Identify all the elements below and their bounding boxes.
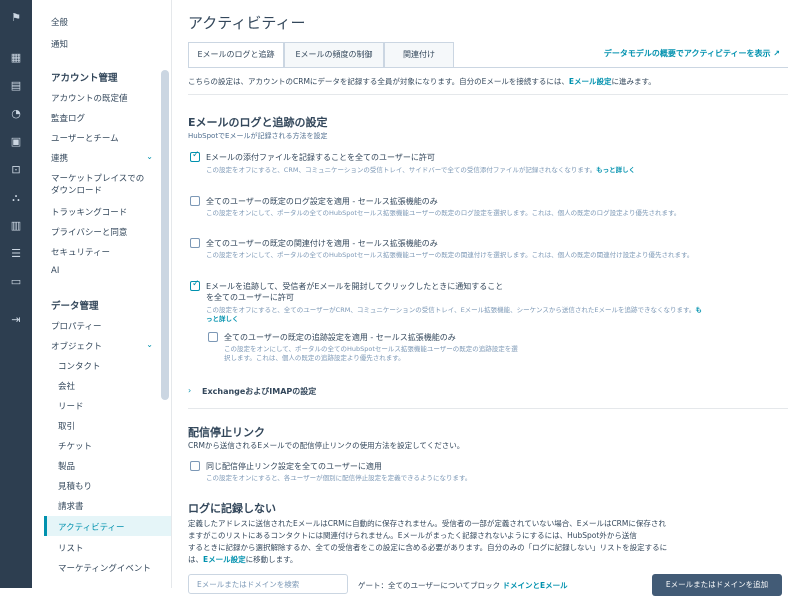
default-track-checkbox[interactable] bbox=[208, 332, 218, 342]
sidebar-item-properties[interactable]: プロパティー bbox=[51, 320, 102, 332]
tab-email-frequency[interactable]: Eメールの頻度の制御 bbox=[284, 42, 384, 68]
section-title-logging: Eメールのログと追跡の設定 bbox=[188, 116, 328, 129]
unsubscribe-checkbox[interactable] bbox=[190, 461, 200, 471]
section-title-never-log: ログに記録しない bbox=[188, 502, 276, 515]
sidebar-item-marketing-events[interactable]: マーケティングイベント bbox=[58, 562, 151, 574]
never-log-desc-line: 定義したアドレスに送信されたEメールはCRMに自動的に保存されません。受信者の一… bbox=[188, 519, 666, 528]
intro-text-suffix: に進みます。 bbox=[611, 77, 656, 86]
global-nav-rail: ⚑ ▦ ▤ ◔ ▣ ⊡ ⛬ ▥ ☰ ▭ ⇥ bbox=[0, 0, 32, 588]
never-log-desc-line: は、Eメール設定に移動します。 bbox=[188, 554, 788, 566]
sidebar-item-leads[interactable]: リード bbox=[58, 400, 84, 412]
track-email-desc: この設定をオフにすると、全てのユーザーがCRM、コミュニケーションの受信トレイ、… bbox=[206, 306, 706, 324]
never-log-desc-line: するときに記録から選択解除するか、全ての受信者をこの設定に含める必要があります。… bbox=[188, 543, 668, 552]
commerce-icon[interactable]: ⊡ bbox=[8, 162, 24, 178]
section-title-unsubscribe: 配信停止リンク bbox=[188, 426, 265, 439]
attachments-checkbox[interactable] bbox=[190, 150, 200, 162]
default-log-label: 全てのユーザーの既定のログ設定を適用 - セールス拡張機能のみ bbox=[206, 197, 438, 206]
never-log-desc: 定義したアドレスに送信されたEメールはCRMに自動的に保存されません。受信者の一… bbox=[188, 518, 788, 566]
sidebar-scrollbar[interactable] bbox=[161, 70, 169, 400]
sidebar-item-account-defaults[interactable]: アカウントの既定値 bbox=[51, 92, 128, 104]
reports-icon[interactable]: ▥ bbox=[8, 218, 24, 234]
divider bbox=[188, 408, 788, 409]
data-icon[interactable]: ☰ bbox=[8, 246, 24, 262]
unsubscribe-label: 同じ配信停止リンク設定を全てのユーザーに適用 bbox=[206, 462, 382, 471]
track-email-checkbox[interactable] bbox=[190, 279, 200, 291]
default-assoc-desc: この設定をオンにして、ポータルの全てのHubSpotセールス拡張機能ユーザーの既… bbox=[206, 251, 694, 259]
sidebar-item-notifications[interactable]: 通知 bbox=[51, 38, 68, 50]
sidebar-item-tickets[interactable]: チケット bbox=[58, 440, 92, 452]
intro-text-body: こちらの設定は、アカウントのCRMにデータを記録する全員が対象になります。自分の… bbox=[188, 77, 569, 86]
sidebar-item-audit-log[interactable]: 監査ログ bbox=[51, 112, 85, 124]
exchange-imap-toggle[interactable]: ExchangeおよびIMAPの設定 bbox=[202, 386, 316, 397]
never-log-gate-text: ゲート：全てのユーザーについてブロック ドメインとEメール bbox=[358, 580, 568, 591]
sidebar-item-activities[interactable]: アクティビティー bbox=[58, 521, 125, 533]
sidebar-item-products[interactable]: 製品 bbox=[58, 460, 75, 472]
team-icon[interactable]: ⛬ bbox=[8, 190, 24, 206]
expand-icon[interactable]: ⇥ bbox=[8, 312, 24, 328]
sidebar-item-companies[interactable]: 会社 bbox=[58, 380, 75, 392]
chevron-down-icon[interactable]: ⌄ bbox=[146, 340, 153, 349]
sidebar-item-privacy[interactable]: プライバシーと同意 bbox=[51, 226, 127, 238]
tab-associations[interactable]: 関連付け bbox=[384, 42, 454, 68]
inbox-icon[interactable]: ▣ bbox=[8, 134, 24, 150]
add-email-domain-button[interactable]: Eメールまたはドメインを追加 bbox=[652, 574, 782, 596]
never-log-desc-line: ますがこのリストにあるコンタクトには関連付けられません。Eメールがまったく記録さ… bbox=[188, 531, 637, 540]
folder-icon[interactable]: ▭ bbox=[8, 274, 24, 290]
never-log-gate-label: ゲート：全てのユーザーについてブロック bbox=[358, 581, 501, 590]
tab-email-log-tracking[interactable]: Eメールのログと追跡 bbox=[188, 42, 284, 68]
never-log-desc-suffix: に移動します。 bbox=[245, 555, 298, 564]
sidebar-heading-account: アカウント管理 bbox=[51, 73, 118, 84]
unsubscribe-desc: この設定をオンにすると、各ユーザーが個別に配信停止設定を定義できるようになります… bbox=[206, 474, 472, 482]
settings-sidebar: 全般 通知 アカウント管理 アカウントの既定値 監査ログ ユーザーとチーム 連携… bbox=[32, 0, 172, 588]
intro-text: こちらの設定は、アカウントのCRMにデータを記録する全員が対象になります。自分の… bbox=[188, 76, 788, 87]
domain-email-link[interactable]: ドメインとEメール bbox=[503, 581, 568, 590]
marketing-icon[interactable]: ◔ bbox=[8, 106, 24, 122]
default-assoc-checkbox[interactable] bbox=[190, 238, 200, 248]
sidebar-item-invoices[interactable]: 請求書 bbox=[58, 500, 84, 512]
page-title: アクティビティー bbox=[188, 14, 306, 32]
default-track-desc: この設定をオンにして、ポータルの全てのHubSpotセールス拡張機能ユーザーの既… bbox=[224, 345, 518, 362]
sidebar-item-quotes[interactable]: 見積もり bbox=[58, 480, 92, 492]
grid-icon[interactable]: ▦ bbox=[8, 50, 24, 66]
default-log-desc: この設定をオンにして、ポータルの全てのHubSpotセールス拡張機能ユーザーの既… bbox=[206, 209, 681, 217]
track-email-desc-text: この設定をオフにすると、全てのユーザーがCRM、コミュニケーションの受信トレイ、… bbox=[206, 306, 696, 314]
sidebar-item-contacts[interactable]: コンタクト bbox=[58, 360, 101, 372]
attachments-label: Eメールの添付ファイルを記録することを全てのユーザーに許可 bbox=[206, 153, 435, 162]
default-log-checkbox[interactable] bbox=[190, 196, 200, 206]
sidebar-item-security[interactable]: セキュリティー bbox=[51, 246, 110, 258]
chevron-right-icon[interactable]: › bbox=[188, 386, 191, 395]
sidebar-item-objects[interactable]: オブジェクト bbox=[51, 340, 102, 352]
default-track-label: 全てのユーザーの既定の追跡設定を適用 - セールス拡張機能のみ bbox=[224, 333, 456, 342]
sidebar-item-deals[interactable]: 取引 bbox=[58, 420, 75, 432]
never-log-search-input[interactable]: Eメールまたはドメインを検索 bbox=[188, 574, 348, 594]
main-content: アクティビティー Eメールのログと追跡 Eメールの頻度の制御 関連付け データモ… bbox=[172, 0, 800, 596]
attachments-desc: この設定をオフにすると、CRM、コミュニケーションの受信トレイ、サイドバーで全て… bbox=[206, 166, 706, 175]
sidebar-heading-data: データ管理 bbox=[51, 301, 99, 312]
attachments-desc-text: この設定をオフにすると、CRM、コミュニケーションの受信トレイ、サイドバーで全て… bbox=[206, 166, 597, 174]
sidebar-item-tracking-code[interactable]: トラッキングコード bbox=[51, 206, 127, 218]
section-subtitle-logging: HubSpotでEメールが記録される方法を設定 bbox=[188, 132, 328, 140]
chevron-down-icon[interactable]: ⌄ bbox=[146, 152, 153, 161]
divider bbox=[188, 94, 788, 95]
tab-divider bbox=[188, 67, 788, 68]
sidebar-item-marketplace-line2[interactable]: ダウンロード bbox=[51, 184, 102, 196]
sidebar-item-marketplace-line1[interactable]: マーケットプレイスでの bbox=[51, 172, 144, 184]
data-model-link[interactable]: データモデルの概要でアクティビティーを表示 ↗ bbox=[604, 48, 780, 59]
sidebar-item-ai[interactable]: AI bbox=[51, 266, 59, 276]
sidebar-item-integrations[interactable]: 連携 bbox=[51, 152, 68, 164]
never-log-desc-prefix: は、 bbox=[188, 555, 203, 564]
contacts-icon[interactable]: ▤ bbox=[8, 78, 24, 94]
bookmark-icon[interactable]: ⚑ bbox=[8, 10, 24, 26]
email-settings-link[interactable]: Eメール設定 bbox=[569, 77, 612, 86]
sidebar-item-lists[interactable]: リスト bbox=[58, 542, 84, 554]
sidebar-item-users-teams[interactable]: ユーザーとチーム bbox=[51, 132, 119, 144]
default-assoc-label: 全てのユーザーの既定の関連付けを適用 - セールス拡張機能のみ bbox=[206, 239, 438, 248]
learn-more-link[interactable]: もっと詳しく bbox=[596, 166, 635, 174]
sidebar-item-general[interactable]: 全般 bbox=[51, 16, 68, 28]
track-email-label: Eメールを追跡して、受信者がEメールを開封してクリックしたときに通知することを全… bbox=[206, 282, 504, 302]
section-subtitle-unsubscribe: CRMから送信されるEメールでの配信停止リンクの使用方法を設定してください。 bbox=[188, 441, 465, 450]
email-settings-link[interactable]: Eメール設定 bbox=[203, 555, 246, 564]
